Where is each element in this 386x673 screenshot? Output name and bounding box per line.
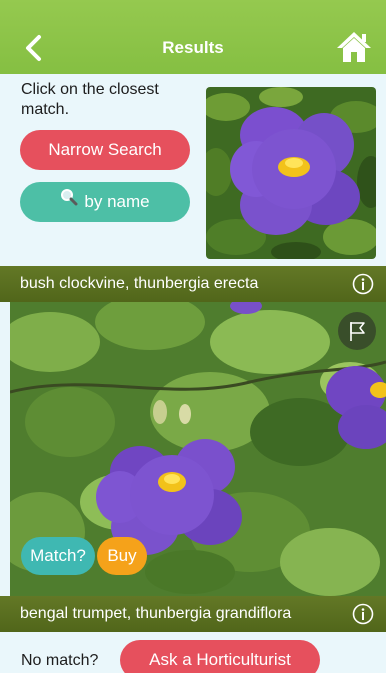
search-by-name-label: by name (84, 192, 150, 211)
search-options-panel: Click on the closest match. Narrow Searc… (0, 74, 386, 266)
flag-icon (350, 322, 365, 341)
info-icon[interactable] (352, 273, 374, 295)
header-bar: Results (0, 0, 386, 74)
results-screen: Results Click on the closest match. Narr… (0, 0, 386, 673)
report-flag-button[interactable] (338, 312, 376, 350)
result-title-bar-2[interactable]: bengal trumpet, thunbergia grandiflora (0, 596, 386, 632)
result-name: bush clockvine, thunbergia erecta (20, 275, 259, 292)
no-match-label: No match? (21, 652, 99, 669)
buy-button[interactable]: Buy (97, 537, 147, 575)
result-title-bar[interactable]: bush clockvine, thunbergia erecta (0, 266, 386, 302)
user-photo (206, 87, 376, 259)
match-button[interactable]: Match? (21, 537, 95, 575)
home-button[interactable] (336, 30, 372, 64)
home-icon (337, 32, 371, 62)
no-match-panel: No match? Ask a Horticulturist (0, 632, 386, 673)
search-by-name-button[interactable]: by name (20, 182, 190, 222)
info-icon[interactable] (352, 603, 374, 625)
page-title: Results (162, 38, 224, 57)
narrow-search-button[interactable]: Narrow Search (20, 130, 190, 170)
result-name-2: bengal trumpet, thunbergia grandiflora (20, 605, 292, 622)
magnifier-icon (60, 181, 78, 221)
instructions-text: Click on the closest match. (21, 81, 159, 118)
ask-horticulturist-button[interactable]: Ask a Horticulturist (120, 640, 320, 673)
